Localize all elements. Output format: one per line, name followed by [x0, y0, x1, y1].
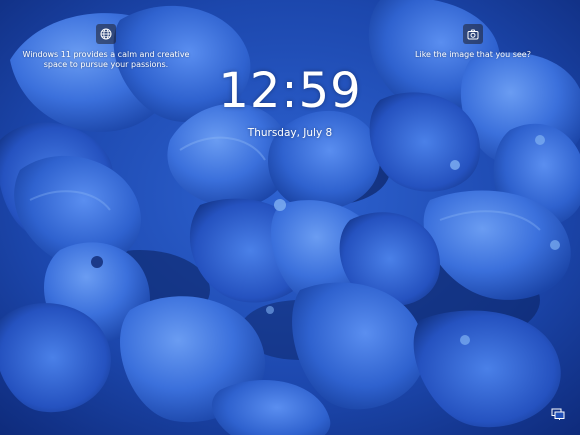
spotlight-info-text: Windows 11 provides a calm and creative … [22, 50, 190, 69]
lock-clock: 12:59 [218, 63, 362, 119]
spotlight-like-text: Like the image that you see? [415, 50, 531, 59]
spotlight-info[interactable]: Windows 11 provides a calm and creative … [18, 24, 194, 70]
lock-screen[interactable]: Windows 11 provides a calm and creative … [0, 0, 580, 435]
camera-icon[interactable] [463, 24, 483, 44]
lock-date: Thursday, July 8 [247, 127, 333, 139]
network-icon[interactable] [551, 405, 565, 420]
spotlight-like-prompt[interactable]: Like the image that you see? [408, 24, 538, 60]
globe-icon[interactable] [96, 24, 116, 44]
